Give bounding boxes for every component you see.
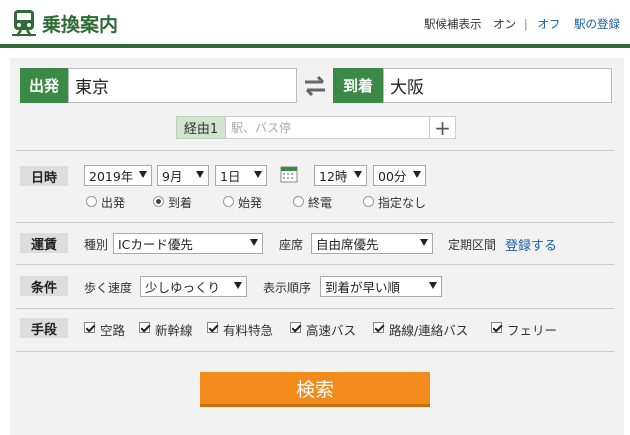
app-title: 乗換案内	[42, 14, 119, 36]
checkbox-air-label: 空路	[100, 323, 126, 338]
checkbox-limited-express[interactable]	[207, 322, 218, 333]
year-value: 2019年	[89, 169, 134, 184]
walk-speed-select[interactable]: 少しゆっくり	[140, 276, 247, 297]
train-icon	[12, 10, 36, 37]
add-via-button[interactable]: +	[430, 116, 456, 140]
arrival-tag: 到着	[333, 68, 383, 103]
chevron-down-icon	[420, 239, 428, 246]
calendar-icon[interactable]	[280, 165, 298, 183]
divider	[16, 351, 614, 352]
fare-type-select[interactable]: ICカード優先	[113, 233, 263, 254]
fare-type-label: 種別	[84, 238, 109, 252]
conditions-label: 条件	[20, 276, 68, 296]
chevron-down-icon	[254, 171, 262, 178]
display-order-value: 到着が早い順	[325, 280, 401, 295]
radio-unspecified[interactable]	[363, 196, 374, 207]
seat-select[interactable]: 自由席優先	[311, 233, 433, 254]
hour-value: 12時	[319, 169, 348, 184]
checkbox-air[interactable]	[84, 322, 95, 333]
checkbox-route-bus[interactable]	[373, 322, 384, 333]
walk-speed-label: 歩く速度	[84, 281, 133, 295]
divider	[16, 222, 614, 223]
search-button[interactable]: 検索	[200, 372, 430, 407]
separator: |	[523, 17, 528, 31]
swap-icon[interactable]	[302, 74, 328, 98]
checkbox-limited-express-label: 有料特急	[223, 323, 274, 338]
divider	[16, 264, 614, 265]
checkbox-route-bus-label: 路線/連絡バス	[389, 323, 469, 338]
departure-tag: 出発	[20, 68, 68, 103]
radio-first-train[interactable]	[223, 196, 234, 207]
checkbox-highway-bus-label: 高速バス	[306, 323, 357, 338]
datetime-label: 日時	[20, 166, 68, 186]
means-label: 手段	[20, 318, 68, 338]
chevron-down-icon	[196, 171, 204, 178]
divider	[16, 308, 614, 309]
radio-departure[interactable]	[86, 196, 97, 207]
year-select[interactable]: 2019年	[84, 165, 152, 186]
header-links: 駅候補表示 オン | オフ 駅の登録	[422, 16, 620, 32]
month-value: 9月	[162, 169, 183, 184]
checkbox-shinkansen[interactable]	[139, 322, 150, 333]
fare-type-value: ICカード優先	[118, 237, 193, 252]
divider	[16, 150, 614, 151]
hour-select[interactable]: 12時	[314, 165, 367, 186]
via-input[interactable]: 駅、バス停	[226, 116, 430, 139]
app-header: 乗換案内 駅候補表示 オン | オフ 駅の登録	[0, 0, 630, 44]
via-tag: 経由1	[176, 116, 226, 139]
chevron-down-icon	[413, 171, 421, 178]
seat-label: 座席	[279, 238, 304, 252]
chevron-down-icon	[354, 171, 362, 178]
day-select[interactable]: 1日	[215, 165, 267, 186]
checkbox-ferry-label: フェリー	[507, 323, 558, 338]
chevron-down-icon	[234, 282, 242, 289]
header-divider	[0, 44, 630, 48]
station-display-on[interactable]: オン	[493, 17, 516, 31]
commuter-label: 定期区間	[448, 238, 497, 252]
station-display-off[interactable]: オフ	[537, 17, 560, 31]
chevron-down-icon	[139, 171, 147, 178]
radio-arrival-label: 到着	[168, 196, 193, 210]
checkbox-highway-bus[interactable]	[290, 322, 301, 333]
radio-first-train-label: 始発	[238, 196, 263, 210]
station-register-link[interactable]: 駅の登録	[574, 17, 620, 31]
station-display-label: 駅候補表示	[424, 17, 482, 31]
fare-label: 運賃	[20, 233, 68, 253]
checkbox-shinkansen-label: 新幹線	[155, 323, 193, 338]
day-value: 1日	[220, 169, 241, 184]
radio-arrival[interactable]	[153, 196, 164, 207]
radio-departure-label: 出発	[101, 196, 126, 210]
chevron-down-icon	[429, 282, 437, 289]
seat-value: 自由席優先	[316, 237, 379, 252]
commuter-register-link[interactable]: 登録する	[505, 235, 557, 254]
minute-select[interactable]: 00分	[373, 165, 426, 186]
display-order-label: 表示順序	[263, 281, 312, 295]
radio-last-train-label: 終電	[308, 196, 333, 210]
display-order-select[interactable]: 到着が早い順	[320, 276, 442, 297]
checkbox-ferry[interactable]	[491, 322, 502, 333]
radio-last-train[interactable]	[293, 196, 304, 207]
minute-value: 00分	[378, 169, 407, 184]
arrival-input[interactable]: 大阪	[383, 68, 612, 103]
departure-input[interactable]: 東京	[68, 68, 297, 103]
radio-unspecified-label: 指定なし	[378, 196, 427, 210]
walk-speed-value: 少しゆっくり	[145, 280, 221, 295]
month-select[interactable]: 9月	[157, 165, 209, 186]
chevron-down-icon	[250, 239, 258, 246]
